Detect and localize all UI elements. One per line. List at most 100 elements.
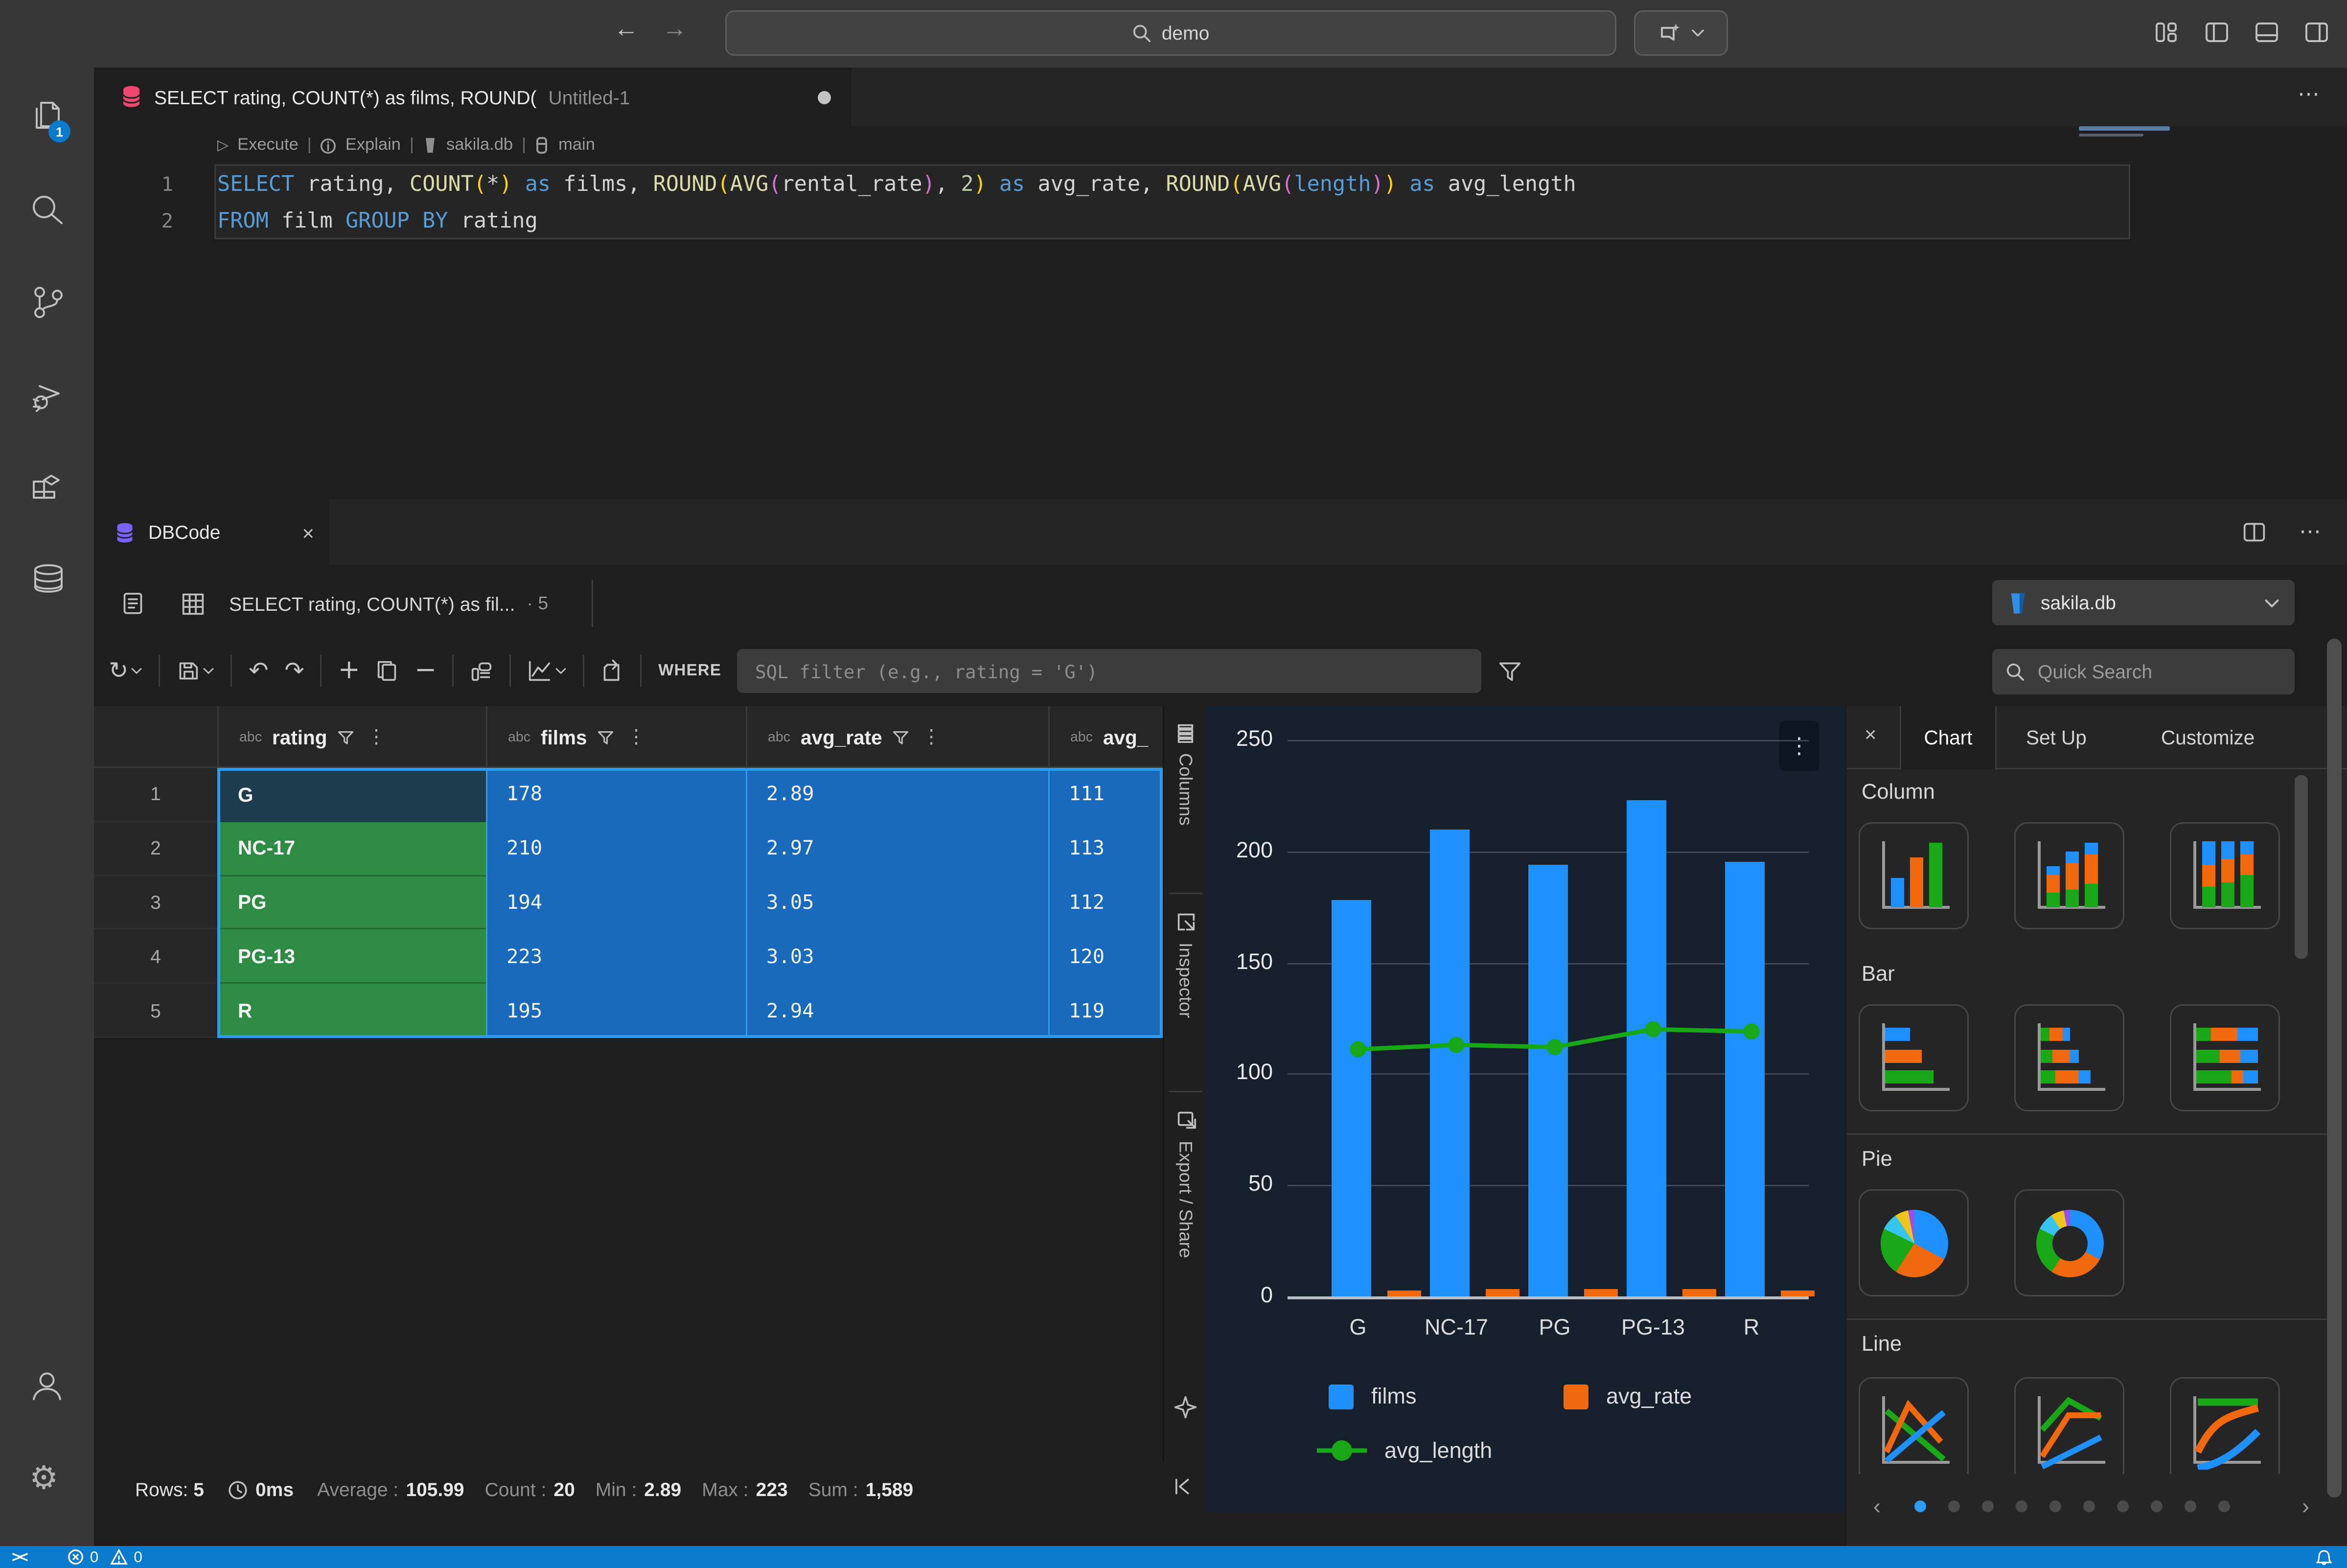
bar-avg-rate[interactable]	[1781, 1290, 1815, 1297]
legend-avg_length[interactable]: avg_length	[1317, 1437, 1492, 1464]
row-number[interactable]: 1	[94, 768, 217, 822]
table-cell[interactable]: 111	[1048, 768, 1163, 822]
chart-menu-kebab-icon[interactable]: ⋮	[1779, 721, 1819, 771]
pagination-dot[interactable]	[2049, 1500, 2061, 1512]
table-cell[interactable]: 178	[486, 768, 746, 822]
table-cell[interactable]: 113	[1048, 822, 1163, 876]
table-cell[interactable]: 2.89	[746, 768, 1048, 822]
panel-tab-dbcode[interactable]: DBCode ×	[94, 499, 329, 565]
toggle-secondary-sidebar-icon[interactable]	[2303, 19, 2330, 46]
minimap[interactable]	[2079, 123, 2182, 150]
table-cell[interactable]: 3.03	[746, 930, 1048, 984]
bar-films[interactable]	[1528, 865, 1568, 1296]
tab-inspector[interactable]: Inspector	[1164, 912, 1207, 1018]
chart-type-line-smooth[interactable]	[2170, 1377, 2280, 1474]
column-header-films[interactable]: abcfilms⋮	[486, 706, 746, 768]
bar-films[interactable]	[1725, 862, 1765, 1296]
sidebar-scrollbar[interactable]	[2295, 775, 2308, 959]
bar-avg-rate[interactable]	[1387, 1290, 1421, 1297]
command-center-search[interactable]: demo	[725, 10, 1616, 56]
chart-type-donut[interactable]	[2014, 1189, 2124, 1296]
source-control-icon[interactable]	[28, 283, 66, 322]
table-cell[interactable]: 195	[486, 984, 746, 1038]
chart-type-pie[interactable]	[1859, 1189, 1969, 1296]
table-cell[interactable]: PG-13	[217, 930, 486, 984]
codelens-explain[interactable]: Explain	[345, 137, 401, 154]
codelens-branch[interactable]: main	[558, 137, 595, 154]
pagination-dot[interactable]	[2185, 1500, 2196, 1512]
pagination-dot[interactable]	[2016, 1500, 2027, 1512]
connection-select[interactable]: sakila.db	[1992, 580, 2295, 625]
copilot-button[interactable]	[1634, 10, 1728, 56]
pagination-dot[interactable]	[1982, 1500, 1994, 1512]
legend-avg_rate[interactable]: avg_rate	[1564, 1384, 1692, 1409]
pagination-dot[interactable]	[1948, 1500, 1960, 1512]
table-cell[interactable]: 2.94	[746, 984, 1048, 1038]
table-cell[interactable]: 120	[1048, 930, 1163, 984]
panel-more-icon[interactable]: ⋯	[2299, 518, 2321, 545]
row-number[interactable]: 2	[94, 822, 217, 876]
table-cell[interactable]: 223	[486, 930, 746, 984]
problems-indicator[interactable]: 0 0	[68, 1548, 142, 1566]
column-header-avg_[interactable]: abcavg_	[1048, 706, 1163, 768]
editor-actions-more-icon[interactable]: ⋯	[2298, 81, 2321, 107]
pagination-dot[interactable]	[2083, 1500, 2095, 1512]
account-icon[interactable]	[28, 1367, 66, 1405]
toggle-panel-icon[interactable]	[2254, 19, 2280, 46]
table-cell[interactable]: PG	[217, 876, 486, 930]
legend-films[interactable]: films	[1329, 1384, 1416, 1409]
table-cell[interactable]: 3.05	[746, 876, 1048, 930]
chart-type-line[interactable]	[1859, 1377, 1969, 1474]
panel-scrollbar[interactable]	[2327, 639, 2342, 1498]
table-cell[interactable]: 194	[486, 876, 746, 930]
refresh-button[interactable]: ↻	[109, 659, 143, 683]
chart-view-button[interactable]	[528, 659, 567, 683]
chart-type-column-grouped[interactable]	[1859, 822, 1969, 929]
run-debug-icon[interactable]	[28, 377, 66, 415]
script-button[interactable]	[470, 659, 494, 683]
remote-indicator-icon[interactable]: ><	[12, 1548, 27, 1566]
split-panel-icon[interactable]	[2242, 519, 2267, 544]
chart-type-line-2[interactable]	[2014, 1377, 2124, 1474]
pagination-dot[interactable]	[2151, 1500, 2163, 1512]
row-number[interactable]: 4	[94, 930, 217, 984]
sparkle-icon[interactable]	[1174, 1396, 1197, 1418]
tab-export-share[interactable]: Export / Share	[1164, 1110, 1207, 1258]
pager-prev-icon[interactable]: ‹	[1873, 1494, 1881, 1519]
pagination-dot[interactable]	[1914, 1500, 1926, 1512]
quick-search-box[interactable]	[1992, 649, 2295, 694]
column-kebab-icon[interactable]: ⋮	[367, 725, 386, 749]
tab-set-up[interactable]: Set Up	[2026, 706, 2087, 769]
row-number[interactable]: 3	[94, 876, 217, 930]
column-kebab-icon[interactable]: ⋮	[922, 725, 941, 749]
bar-films[interactable]	[1332, 900, 1371, 1296]
chart-type-column-100-stacked[interactable]	[2170, 822, 2280, 929]
table-cell[interactable]: NC-17	[217, 822, 486, 876]
pagination-dot[interactable]	[2218, 1500, 2230, 1512]
query-tab-label[interactable]: SELECT rating, COUNT(*) as fil...	[229, 593, 515, 615]
bar-avg-rate[interactable]	[1584, 1290, 1618, 1296]
pager-next-icon[interactable]: ›	[2302, 1494, 2309, 1519]
quick-search-input[interactable]	[2035, 659, 2255, 684]
undo-button[interactable]: ↶	[249, 659, 268, 683]
close-chart-icon[interactable]: ×	[1864, 722, 1877, 746]
code-line[interactable]: SELECT rating, COUNT(*) as films, ROUND(…	[217, 167, 1576, 204]
column-header-avg_rate[interactable]: abcavg_rate⋮	[746, 706, 1048, 768]
collapse-stats-icon[interactable]	[1172, 1476, 1194, 1498]
tab-columns[interactable]: Columns	[1164, 724, 1207, 826]
tab-chart[interactable]: Chart	[1900, 706, 1997, 769]
bar-avg-rate[interactable]	[1682, 1290, 1716, 1296]
database-icon[interactable]	[28, 559, 69, 600]
pagination-dot[interactable]	[2117, 1500, 2129, 1512]
nav-forward-icon[interactable]: →	[662, 15, 687, 44]
row-number[interactable]: 5	[94, 984, 217, 1038]
bar-films[interactable]	[1627, 800, 1666, 1296]
bar-films[interactable]	[1430, 829, 1470, 1296]
export-button[interactable]	[601, 659, 624, 683]
table-cell[interactable]: 119	[1048, 984, 1163, 1038]
codelens-execute[interactable]: Execute	[237, 137, 299, 154]
chart-type-column-stacked[interactable]	[2014, 822, 2124, 929]
code-line[interactable]: FROM film GROUP BY rating	[217, 204, 538, 241]
code-area[interactable]: 1SELECT rating, COUNT(*) as films, ROUND…	[94, 161, 2347, 499]
save-button[interactable]	[177, 659, 215, 683]
